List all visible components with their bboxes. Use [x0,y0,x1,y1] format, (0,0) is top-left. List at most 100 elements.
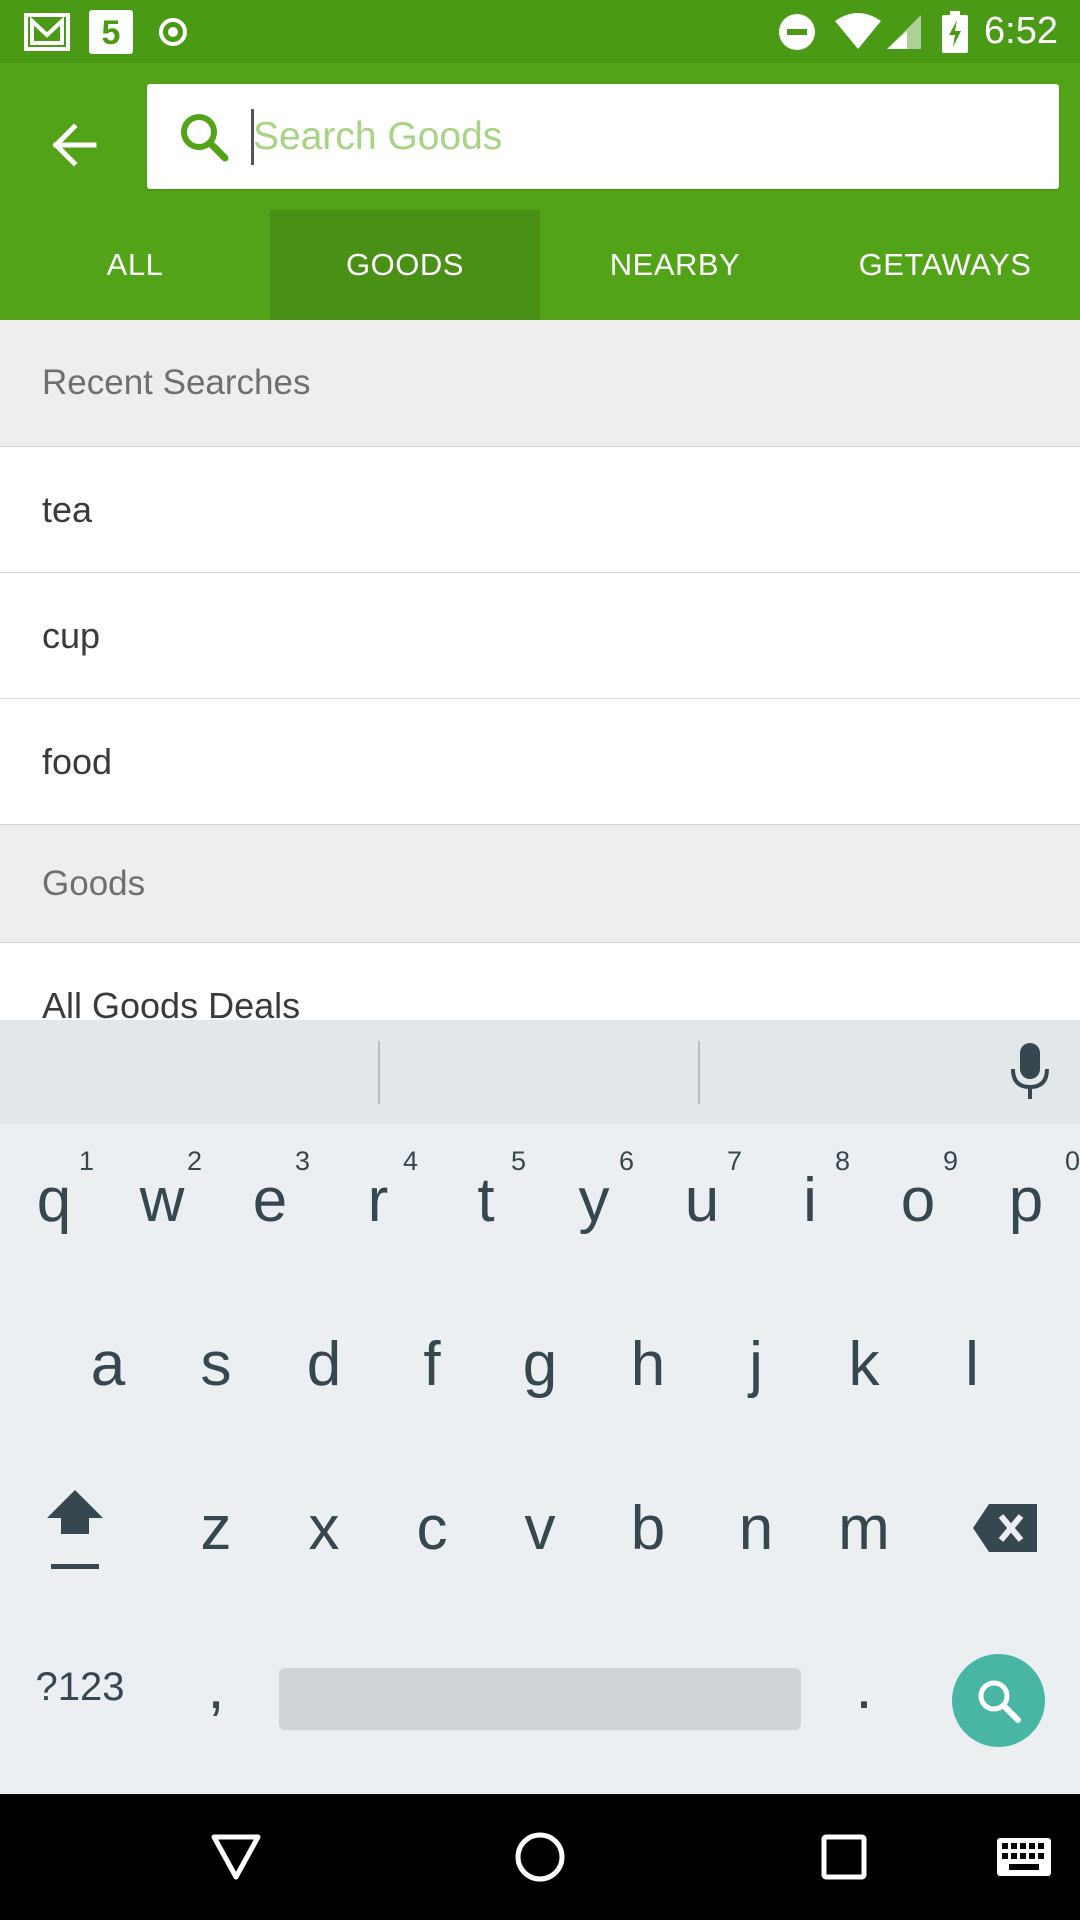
backspace-key[interactable] [950,1468,1060,1588]
soft-keyboard: q1 w2 e3 r4 t5 y6 u7 i8 o9 p0 a s d f g … [0,1020,1080,1794]
key-hint: 3 [294,1146,310,1176]
back-triangle-icon [211,1834,261,1880]
key-l[interactable]: l [918,1304,1026,1424]
signal-icon [884,0,924,63]
suggestion-divider [698,1041,700,1104]
key-label: , [207,1652,225,1722]
key-y[interactable]: y6 [540,1140,648,1260]
recents-square-icon [821,1834,867,1880]
key-label: u [684,1165,720,1235]
key-label: j [749,1329,763,1399]
recent-search-item[interactable]: tea [0,447,1080,573]
gmail-icon [22,0,72,63]
key-z[interactable]: z [162,1468,270,1588]
key-q[interactable]: q1 [0,1140,108,1260]
key-label: l [965,1329,979,1399]
key-r[interactable]: r4 [324,1140,432,1260]
key-b[interactable]: b [594,1468,702,1588]
key-h[interactable]: h [594,1304,702,1424]
suggestion-divider [378,1041,380,1104]
key-g[interactable]: g [486,1304,594,1424]
back-arrow-icon [52,123,97,167]
key-label: n [738,1493,774,1563]
search-input[interactable] [253,84,1033,189]
recent-search-item[interactable]: food [0,699,1080,825]
key-k[interactable]: k [810,1304,918,1424]
key-hint: 8 [834,1146,850,1176]
key-c[interactable]: c [378,1468,486,1588]
search-suggestions-list: Recent Searches tea cup food Goods All G… [0,320,1080,1020]
key-label: v [524,1493,556,1563]
key-u[interactable]: u7 [648,1140,756,1260]
back-button[interactable] [30,101,118,189]
key-m[interactable]: m [810,1468,918,1588]
key-label: c [416,1493,448,1563]
key-label: d [306,1329,342,1399]
key-n[interactable]: n [702,1468,810,1588]
key-j[interactable]: j [702,1304,810,1424]
item-label: food [42,740,113,782]
key-hint: 6 [618,1146,634,1176]
key-e[interactable]: e3 [216,1140,324,1260]
key-label: f [423,1329,441,1399]
key-a[interactable]: a [54,1304,162,1424]
comma-key[interactable]: , [162,1632,270,1742]
recents-nav-button[interactable] [784,1794,904,1920]
key-label: e [252,1165,288,1235]
keyboard-switch-button[interactable] [968,1794,1080,1920]
recent-search-item[interactable]: cup [0,573,1080,699]
keyboard-icon [997,1838,1051,1876]
key-hint: 7 [726,1146,742,1176]
shift-icon [47,1490,103,1569]
key-v[interactable]: v [486,1468,594,1588]
record-icon [158,0,188,63]
key-p[interactable]: p0 [972,1140,1080,1260]
key-d[interactable]: d [270,1304,378,1424]
goods-list-item[interactable]: All Goods Deals [0,943,1080,1020]
microphone-icon[interactable] [998,1040,1062,1104]
home-circle-icon [515,1832,565,1882]
goods-header: Goods [0,825,1080,943]
key-hint: 4 [402,1146,418,1176]
tab-all[interactable]: ALL [0,210,270,320]
key-x[interactable]: x [270,1468,378,1588]
svg-text:5: 5 [102,14,121,52]
back-nav-button[interactable] [176,1794,296,1920]
key-label: ?123 [35,1664,125,1709]
key-i[interactable]: i8 [756,1140,864,1260]
tab-getaways[interactable]: GETAWAYS [810,210,1080,320]
key-f[interactable]: f [378,1304,486,1424]
key-label: p [1008,1165,1044,1235]
key-o[interactable]: o9 [864,1140,972,1260]
period-key[interactable]: . [810,1632,918,1742]
key-hint: 5 [510,1146,526,1176]
key-label: a [90,1329,126,1399]
key-label: t [477,1165,495,1235]
search-action-button[interactable] [952,1654,1045,1747]
key-label: w [139,1165,185,1235]
space-key[interactable] [279,1668,801,1730]
key-label: b [630,1493,666,1563]
search-box[interactable] [147,84,1059,189]
status-bar: 5 6:52 [0,0,1080,63]
search-icon [181,114,229,162]
key-t[interactable]: t5 [432,1140,540,1260]
search-icon [978,1680,1021,1723]
tab-goods[interactable]: GOODS [270,210,540,320]
tab-nearby[interactable]: NEARBY [540,210,810,320]
key-label: m [838,1493,890,1563]
symbols-key[interactable]: ?123 [20,1632,140,1742]
tab-label: NEARBY [609,247,741,282]
section-title: Goods [42,863,146,903]
key-hint: 1 [78,1146,94,1176]
key-label: k [848,1329,880,1399]
shift-key[interactable] [20,1468,130,1588]
recent-searches-header: Recent Searches [0,320,1080,447]
item-label: All Goods Deals [42,985,301,1020]
key-label: r [367,1165,389,1235]
home-nav-button[interactable] [480,1794,600,1920]
backspace-icon [973,1504,1037,1552]
key-w[interactable]: w2 [108,1140,216,1260]
key-label: s [200,1329,232,1399]
key-s[interactable]: s [162,1304,270,1424]
